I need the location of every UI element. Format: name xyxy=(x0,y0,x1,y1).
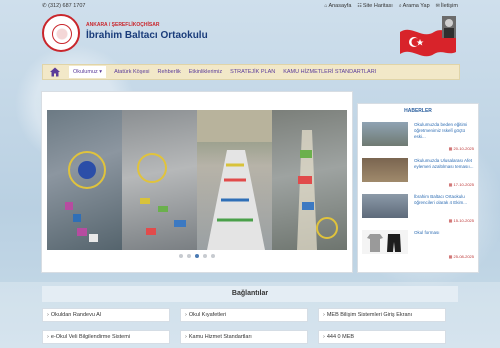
news-item[interactable]: Okulumuzda beden eğitimi öğretmenimiz Is… xyxy=(362,122,474,154)
chevron-right-icon: › xyxy=(185,312,187,318)
chevron-right-icon: › xyxy=(47,312,49,318)
news-item[interactable]: Okulumuzda Ulusalarası Afet eylemeri aza… xyxy=(362,158,474,190)
nav-item-rehberlik[interactable]: Rehberlik xyxy=(158,69,181,75)
chevron-right-icon: › xyxy=(185,334,187,340)
chevron-right-icon: › xyxy=(323,334,325,340)
phone-icon: ✆ xyxy=(42,3,47,9)
playground-photo xyxy=(65,151,106,242)
nav-item-okulumuz[interactable]: Okulumuz ▾ xyxy=(69,66,107,78)
nav-item-etkinlikler[interactable]: Etkinliklerimiz xyxy=(189,69,222,75)
slider-dot[interactable] xyxy=(187,254,191,258)
photo-slider[interactable] xyxy=(42,92,352,272)
playground-photo xyxy=(297,130,338,250)
slide-photo xyxy=(272,110,347,250)
sitemap-icon: ☷ xyxy=(357,3,362,9)
nav-item-stratejik-plan[interactable]: STRATEJİK PLAN xyxy=(230,69,275,75)
chevron-down-icon: ▾ xyxy=(99,69,103,75)
news-item[interactable]: Okul forması ▦ 25-08-2025 xyxy=(362,230,474,262)
link-okul-kiyafetleri[interactable]: › Okul Kıyafetleri xyxy=(180,308,308,322)
top-utility-bar: ✆ (312) 687 1707 ⌂Anasayfa ☷Site Haritas… xyxy=(38,0,462,12)
slider-dot[interactable] xyxy=(179,254,183,258)
news-thumbnail xyxy=(362,158,408,182)
contact-link[interactable]: ✉İletişim xyxy=(436,3,458,9)
news-date: ▦ 25-08-2025 xyxy=(448,254,474,259)
site-header: ANKARA / ŞEREFLİKOÇHİSAR İbrahim Baltacı… xyxy=(38,12,462,58)
link-kamu-hizmet[interactable]: › Kamu Hizmet Standartları xyxy=(180,330,308,344)
calendar-icon: ▦ xyxy=(448,218,453,223)
chevron-right-icon: › xyxy=(323,312,325,318)
mail-icon: ✉ xyxy=(435,3,440,9)
calendar-icon: ▦ xyxy=(448,254,453,259)
news-text[interactable]: Okulumuzda Ulusalarası Afet eylemeri aza… xyxy=(414,158,474,170)
news-date: ▦ 15-10-2025 xyxy=(448,218,474,223)
link-e-okul[interactable]: › e-Okul Veli Bilgilendirme Sistemi xyxy=(42,330,170,344)
slider-dot[interactable] xyxy=(203,254,207,258)
school-location: ANKARA / ŞEREFLİKOÇHİSAR xyxy=(86,22,160,28)
slide-photo xyxy=(122,110,197,250)
link-444-meb[interactable]: › 444 0 MEB xyxy=(318,330,446,344)
news-date: ▦ 17-10-2025 xyxy=(448,182,474,187)
slider-dots xyxy=(42,254,352,258)
slider-photos xyxy=(47,110,347,250)
playground-photo xyxy=(137,153,186,235)
links-section: Bağlantılar › Okuldan Randevu Al › Okul Kı… xyxy=(0,282,500,348)
ataturk-flag-image xyxy=(400,16,456,57)
meb-logo[interactable] xyxy=(42,14,80,52)
slide-photo xyxy=(47,110,122,250)
slider-dot-active[interactable] xyxy=(195,254,199,258)
nav-item-ataturk[interactable]: Atatürk Köşesi xyxy=(114,69,149,75)
utility-links: ⌂Anasayfa ☷Site Haritası ⌕Arama Yap ✉İle… xyxy=(324,3,458,9)
news-thumbnail xyxy=(362,194,408,218)
news-text[interactable]: Okul forması xyxy=(414,230,474,236)
sitemap-link[interactable]: ☷Site Haritası xyxy=(357,3,392,9)
news-thumbnail xyxy=(362,230,408,254)
link-meb-bilisim[interactable]: › MEB Bilişim Sistemleri Giriş Ekranı xyxy=(318,308,446,322)
calendar-icon: ▦ xyxy=(448,146,453,151)
news-thumbnail xyxy=(362,122,408,146)
phone-number: ✆ (312) 687 1707 xyxy=(42,3,86,9)
slide-photo xyxy=(197,110,272,250)
main-navigation: Okulumuz ▾ Atatürk Köşesi Rehberlik Etki… xyxy=(42,64,460,80)
news-panel: HABERLER Okulumuzda beden eğitimi öğretm… xyxy=(358,104,478,272)
news-text[interactable]: Okulumuzda beden eğitimi öğretmenimiz Is… xyxy=(414,122,474,140)
home-icon: ⌂ xyxy=(324,3,328,9)
news-item[interactable]: İbrahim Baltacı Ortaokulu öğrencileri ol… xyxy=(362,194,474,226)
home-link[interactable]: ⌂Anasayfa xyxy=(324,3,351,9)
chevron-right-icon: › xyxy=(47,334,49,340)
slider-dot[interactable] xyxy=(211,254,215,258)
news-text[interactable]: İbrahim Baltacı Ortaokulu öğrencileri ol… xyxy=(414,194,474,206)
calendar-icon: ▦ xyxy=(448,182,453,187)
playground-photo xyxy=(197,110,272,250)
search-link[interactable]: ⌕Arama Yap xyxy=(399,3,430,9)
news-date: ▦ 20-10-2025 xyxy=(448,146,474,151)
nav-item-kamu-hizmetleri[interactable]: KAMU HİZMETLERİ STANDARTLARI xyxy=(283,69,376,75)
link-randevu[interactable]: › Okuldan Randevu Al xyxy=(42,308,170,322)
links-title: Bağlantılar xyxy=(42,286,458,302)
news-title: HABERLER xyxy=(404,108,432,114)
home-icon[interactable] xyxy=(49,66,61,78)
search-icon: ⌕ xyxy=(398,3,402,9)
school-title[interactable]: İbrahim Baltacı Ortaokulu xyxy=(86,30,208,41)
